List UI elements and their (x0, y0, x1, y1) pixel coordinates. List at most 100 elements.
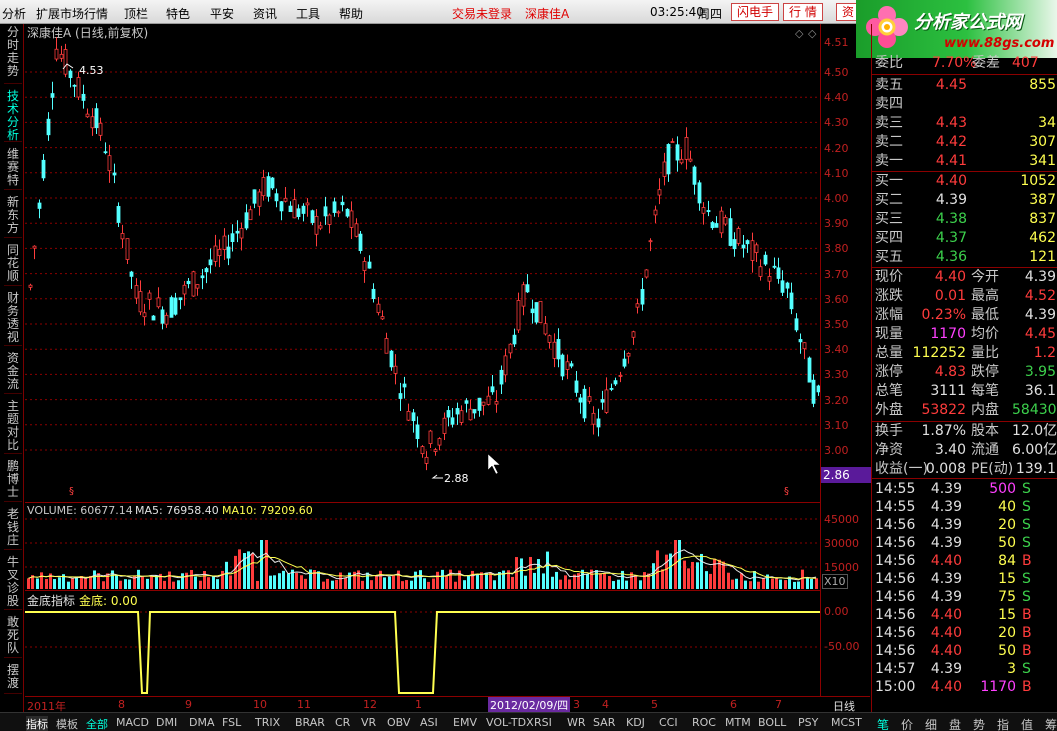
indicator-tab[interactable]: 指标 (26, 716, 48, 731)
quote-tab[interactable]: 笔 (877, 716, 889, 731)
indicator-chart[interactable]: 金底指标 金底: 0.00 (25, 591, 820, 697)
tab-niucha[interactable]: 牛叉诊股 (4, 556, 22, 610)
indicator-tab[interactable]: MCST (831, 716, 862, 729)
menu-item-analysis[interactable]: 分析 (2, 5, 26, 22)
indicator-tab[interactable]: ASI (420, 716, 438, 729)
chart-close-icon[interactable]: ◇ (808, 27, 817, 40)
indicator-tab[interactable]: VOL-TDX (486, 716, 534, 729)
candle-body (433, 449, 438, 452)
indicator-tab[interactable]: TRIX (255, 716, 280, 729)
menu-item-topbar[interactable]: 顶栏 (124, 5, 148, 22)
volume-bar (551, 576, 554, 589)
candle-body (336, 211, 341, 214)
menu-item-tools[interactable]: 工具 (296, 5, 320, 22)
quote-tab[interactable]: 盘 (949, 716, 961, 731)
tab-capital-flow[interactable]: 资金流 (4, 352, 22, 394)
quote-tab[interactable]: 细 (925, 716, 937, 731)
volume-bar (705, 571, 708, 589)
volume-chart[interactable]: VOLUME: 60677.14 MA5: 76958.40 MA10: 792… (25, 503, 820, 591)
indicator-tab[interactable]: RSI (534, 716, 552, 729)
sell-level-label: 卖五 (875, 77, 903, 93)
stat-value: 112252 (912, 345, 966, 361)
menu-item-pingan[interactable]: 平安 (210, 5, 234, 22)
date-month-8: 8 (118, 698, 125, 711)
tab-xindongfang[interactable]: 新东方 (4, 196, 22, 238)
tick-time: 15:00 (875, 679, 916, 695)
sell-level-label: 卖三 (875, 115, 903, 131)
tab-technical-analysis[interactable]: 技术分析 (4, 90, 22, 142)
candle-body (195, 284, 200, 289)
indicator-tab[interactable]: CR (335, 716, 350, 729)
tab-tonghuashun[interactable]: 同花顺 (4, 244, 22, 286)
quote-tab[interactable]: 价 (901, 716, 913, 731)
menu-item-extended-market[interactable]: 扩展市场行情 (36, 5, 108, 22)
indicator-chart-panel[interactable]: 金底指标 金底: 0.00 (25, 590, 820, 696)
indicator-tab[interactable]: 模板 (56, 716, 78, 731)
stat-label-2: 跌停 (971, 364, 999, 380)
indicator-tab[interactable]: 全部 (86, 716, 108, 731)
stat-value-2: 4.45 (1024, 326, 1056, 342)
indicator-tab[interactable]: MACD (116, 716, 149, 729)
candle-body (393, 365, 398, 374)
indicator-tab[interactable]: KDJ (626, 716, 645, 729)
indicator-tab[interactable]: BRAR (295, 716, 325, 729)
trade-login-status[interactable]: 交易未登录 (452, 5, 512, 22)
flash-trade-button[interactable]: 闪电手 (731, 3, 780, 21)
menu-item-news[interactable]: 资讯 (253, 5, 277, 22)
tab-financial[interactable]: 财务透视 (4, 292, 22, 346)
volume-bar (27, 578, 30, 589)
indicator-tab[interactable]: EMV (453, 716, 477, 729)
quote-tab[interactable]: 值 (1021, 716, 1033, 731)
tick-volume: 84 (998, 553, 1016, 569)
indicator-tab[interactable]: DMI (156, 716, 177, 729)
buy-volume: 462 (1029, 230, 1056, 246)
volume-label: VOLUME: 60677.14 (27, 504, 133, 517)
quote-tab[interactable]: 势 (973, 716, 985, 731)
candle-body (538, 300, 543, 324)
kline-chart-panel[interactable]: 深康佳A (日线,前复权) ◇ ◇ 4.53 2.88 § § (25, 24, 821, 502)
volume-bar (106, 573, 109, 589)
volume-chart-panel[interactable]: VOLUME: 60677.14 MA5: 76958.40 MA10: 792… (25, 502, 820, 590)
kline-chart[interactable]: 深康佳A (日线,前复权) ◇ ◇ 4.53 2.88 § § (25, 24, 821, 502)
indicator-tab[interactable]: SAR (593, 716, 615, 729)
volume-bar (282, 570, 285, 589)
tab-pengboshi[interactable]: 鹏博士 (4, 460, 22, 502)
candle-body (120, 233, 125, 240)
indicator-tab[interactable]: FSL (222, 716, 241, 729)
tab-baidu[interactable]: 摆渡 (4, 664, 22, 694)
tab-gansidui[interactable]: 敢死队 (4, 616, 22, 658)
quote-tab[interactable]: 指 (997, 716, 1009, 731)
menu-item-features[interactable]: 特色 (166, 5, 190, 22)
candle-body (600, 399, 605, 403)
indicator-tab[interactable]: BOLL (758, 716, 786, 729)
indicator-tab[interactable]: MTM (725, 716, 751, 729)
volume-bar (445, 575, 448, 589)
volume-bar (278, 573, 281, 589)
chart-expand-icon[interactable]: ◇ (795, 27, 804, 40)
volume-bar (775, 577, 778, 589)
indicator-tab[interactable]: OBV (387, 716, 410, 729)
candle-body (490, 386, 495, 393)
indicator-tab[interactable]: DMA (189, 716, 215, 729)
indicator-tab[interactable]: PSY (798, 716, 818, 729)
stat-value-2: 4.52 (1024, 288, 1056, 304)
quote-tab[interactable]: 筹 (1045, 716, 1057, 731)
menu-item-help[interactable]: 帮助 (339, 5, 363, 22)
volume-bar (771, 578, 774, 589)
indicator-tab[interactable]: CCI (659, 716, 678, 729)
sell-row: 卖五 4.45 855 (872, 76, 1057, 95)
tab-laoqianzhuang[interactable]: 老钱庄 (4, 508, 22, 550)
indicator-tab[interactable]: VR (361, 716, 376, 729)
quote-button[interactable]: 行 情 (783, 3, 823, 21)
indicator-tab[interactable]: WR (567, 716, 586, 729)
wb-label: 委比 (875, 55, 903, 71)
tab-intraday[interactable]: 分时走势 (4, 26, 22, 84)
candle-body (384, 338, 389, 354)
indicator-tab[interactable]: ROC (692, 716, 716, 729)
tab-weisaite[interactable]: 维赛特 (4, 148, 22, 190)
candle-body (244, 212, 249, 229)
tab-theme-compare[interactable]: 主题对比 (4, 400, 22, 454)
candle-body (68, 70, 73, 79)
stock-name-link[interactable]: 深康佳A (525, 5, 569, 22)
stat-label-2: 量比 (971, 345, 999, 361)
